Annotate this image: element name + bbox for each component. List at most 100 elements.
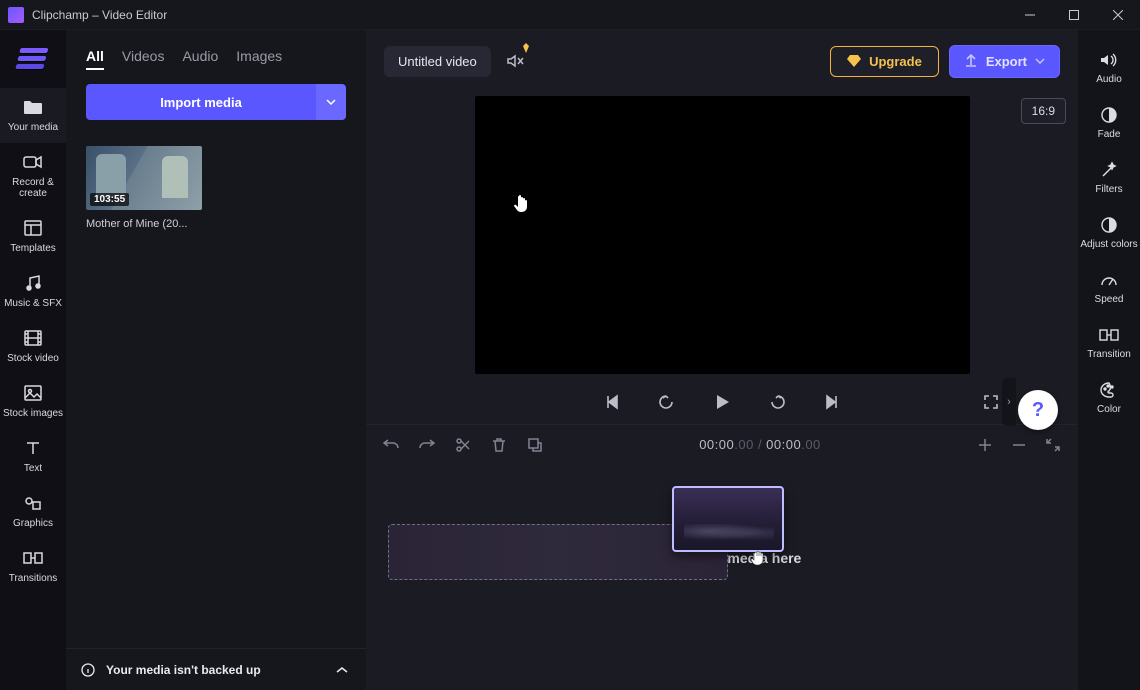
maximize-button[interactable] [1052, 0, 1096, 30]
rail-label: Your media [8, 122, 58, 133]
play-button[interactable] [709, 389, 735, 415]
center-area: Untitled video Upgrade Export [366, 30, 1078, 690]
right-rail: Audio Fade Filters Adjust colors Speed T… [1078, 30, 1140, 690]
rail-item-templates[interactable]: Templates [0, 209, 66, 264]
folder-icon [22, 96, 44, 118]
import-media-dropdown[interactable] [316, 84, 346, 120]
templates-icon [22, 217, 44, 239]
rail-item-transitions[interactable]: Transitions [0, 539, 66, 594]
fade-icon [1099, 105, 1119, 125]
minimize-button[interactable] [1008, 0, 1052, 30]
rail-item-music-sfx[interactable]: Music & SFX [0, 264, 66, 319]
premium-badge-icon [521, 43, 531, 53]
clipchamp-logo [13, 44, 53, 74]
zoom-out-button[interactable] [1010, 436, 1028, 454]
info-icon [80, 662, 96, 678]
media-panel: All Videos Audio Images Import media 103… [66, 30, 366, 690]
video-preview[interactable] [475, 96, 970, 374]
rail-label: Text [24, 463, 42, 474]
sound-off-icon[interactable] [505, 51, 525, 71]
contrast-icon [1099, 215, 1119, 235]
tab-all[interactable]: All [86, 48, 104, 70]
app-icon [8, 7, 24, 23]
dragging-clip[interactable] [672, 486, 784, 552]
zoom-in-button[interactable] [976, 436, 994, 454]
timecode: 00:00.00 / 00:00.00 [562, 437, 958, 452]
window-titlebar: Clipchamp – Video Editor [0, 0, 1140, 30]
chevron-down-icon [326, 99, 336, 105]
preview-stage: 16:9 [366, 92, 1078, 380]
timeline-tracks[interactable]: Drag & drop media here [366, 464, 1078, 690]
tab-videos[interactable]: Videos [122, 48, 165, 70]
rail-label: Record & create [2, 177, 64, 199]
rail-label: Music & SFX [4, 298, 62, 309]
step-back-button[interactable] [655, 391, 677, 413]
rail-item-graphics[interactable]: Graphics [0, 484, 66, 539]
text-icon [22, 437, 44, 459]
palette-icon [1099, 380, 1119, 400]
tab-audio[interactable]: Audio [182, 48, 218, 70]
rail-label: Templates [10, 243, 56, 254]
rail-item-text[interactable]: Text [0, 429, 66, 484]
rrail-speed[interactable]: Speed [1078, 262, 1140, 317]
transport-controls: ? [366, 380, 1078, 424]
rail-label: Transitions [9, 573, 58, 584]
upload-icon [964, 54, 978, 68]
redo-button[interactable] [418, 436, 436, 454]
rail-label: Graphics [13, 518, 53, 529]
skip-end-button[interactable] [821, 391, 843, 413]
aspect-ratio-button[interactable]: 16:9 [1021, 98, 1066, 124]
undo-button[interactable] [382, 436, 400, 454]
gauge-icon [1099, 270, 1119, 290]
chevron-up-icon [334, 662, 350, 678]
chevron-down-icon [1035, 58, 1045, 64]
top-toolbar: Untitled video Upgrade Export [366, 30, 1078, 92]
film-icon [22, 327, 44, 349]
backup-message: Your media isn't backed up [106, 663, 261, 677]
music-icon [22, 272, 44, 294]
media-title: Mother of Mine (20... [86, 218, 202, 230]
cursor-hand-icon [513, 194, 531, 214]
transition-icon [22, 547, 44, 569]
help-button[interactable]: ? [1018, 390, 1058, 430]
rrail-fade[interactable]: Fade [1078, 97, 1140, 152]
rail-item-stock-images[interactable]: Stock images [0, 374, 66, 429]
split-button[interactable] [454, 436, 472, 454]
rrail-adjust-colors[interactable]: Adjust colors [1078, 207, 1140, 262]
media-grid: 103:55 Mother of Mine (20... [66, 132, 366, 244]
export-button[interactable]: Export [949, 45, 1060, 78]
shapes-icon [22, 492, 44, 514]
backup-banner[interactable]: Your media isn't backed up [66, 648, 366, 690]
step-forward-button[interactable] [767, 391, 789, 413]
transition-icon [1099, 325, 1119, 345]
close-button[interactable] [1096, 0, 1140, 30]
skip-start-button[interactable] [601, 391, 623, 413]
fit-timeline-button[interactable] [1044, 436, 1062, 454]
rail-item-stock-video[interactable]: Stock video [0, 319, 66, 374]
duplicate-button[interactable] [526, 436, 544, 454]
project-title-input[interactable]: Untitled video [384, 46, 491, 77]
rail-item-your-media[interactable]: Your media [0, 88, 66, 143]
media-duration: 103:55 [90, 193, 129, 206]
rail-label: Stock images [3, 408, 63, 419]
camcorder-icon [22, 151, 44, 173]
import-media-button[interactable]: Import media [86, 84, 316, 120]
wand-icon [1099, 160, 1119, 180]
window-title: Clipchamp – Video Editor [32, 8, 167, 22]
rail-label: Stock video [7, 353, 59, 364]
rrail-color[interactable]: Color [1078, 372, 1140, 427]
tab-images[interactable]: Images [236, 48, 282, 70]
rail-item-record-create[interactable]: Record & create [0, 143, 66, 209]
speaker-icon [1099, 50, 1119, 70]
diamond-icon [847, 55, 861, 67]
rrail-audio[interactable]: Audio [1078, 42, 1140, 97]
media-thumbnail: 103:55 [86, 146, 202, 210]
rrail-transition[interactable]: Transition [1078, 317, 1140, 372]
upgrade-button[interactable]: Upgrade [830, 46, 939, 77]
fullscreen-button[interactable] [980, 391, 1002, 413]
collapse-right-rail-button[interactable]: › [1002, 378, 1016, 426]
image-icon [22, 382, 44, 404]
rrail-filters[interactable]: Filters [1078, 152, 1140, 207]
delete-button[interactable] [490, 436, 508, 454]
media-item[interactable]: 103:55 Mother of Mine (20... [86, 146, 202, 230]
